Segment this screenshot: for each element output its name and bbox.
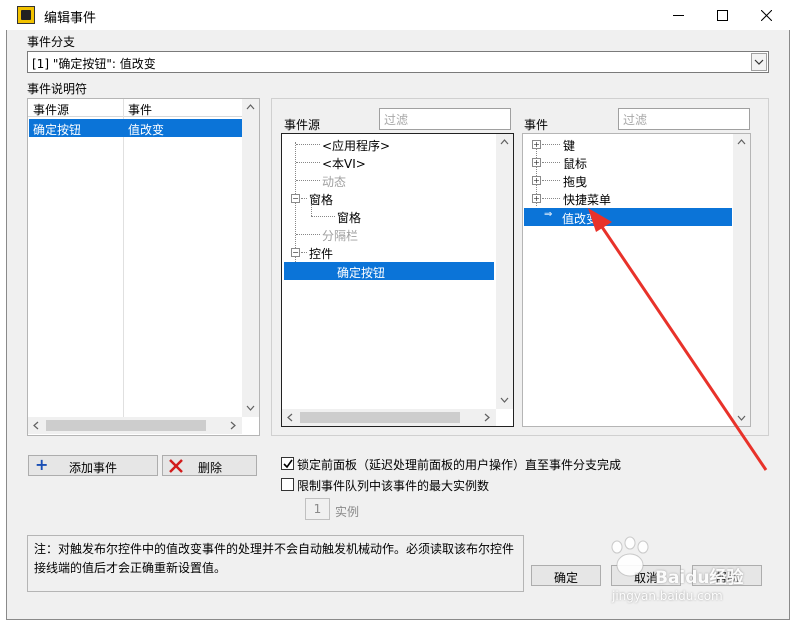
annotation-arrow xyxy=(588,208,768,471)
watermark-paw-icon xyxy=(605,535,655,579)
watermark-url: jingyan.baidu.com xyxy=(612,589,723,603)
watermark-brand: Baidu经验 xyxy=(655,568,744,588)
